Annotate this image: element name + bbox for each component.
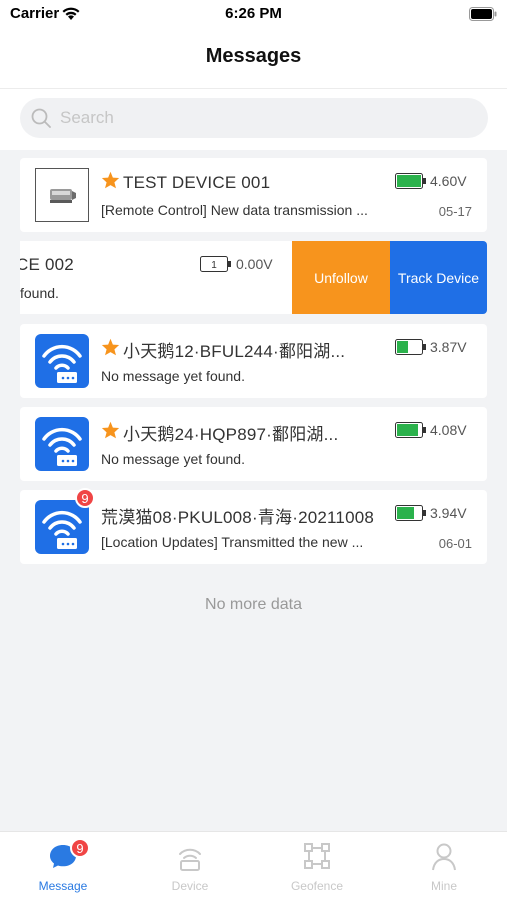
search-bar[interactable] [20, 98, 488, 138]
message-date: 05-17 [438, 204, 472, 219]
header: Carrier 6:26 PM Messages [0, 0, 507, 150]
battery-voltage: 4.08V [430, 422, 467, 438]
tab-label: Mine [430, 879, 457, 893]
battery-voltage: 3.94V [430, 505, 467, 521]
status-bar: Carrier 6:26 PM [0, 0, 507, 30]
tab-label: Device [171, 879, 209, 893]
device-title: CE 002 [20, 255, 74, 274]
tracker-icon [35, 417, 89, 471]
message-preview: found. [20, 285, 59, 301]
message-preview: [Remote Control] New data transmission .… [101, 202, 368, 218]
device-title: 荒漠猫08·PKUL008·青海·20211008 [101, 508, 375, 527]
battery-icon [395, 505, 427, 526]
tracker-icon [35, 334, 89, 388]
swiped-card-content[interactable]: CE 002 1 0.00V found. [20, 241, 292, 314]
message-preview: No message yet found. [101, 451, 245, 467]
unread-badge: 9 [75, 488, 95, 508]
battery-icon [395, 339, 427, 360]
battery-status-icon [469, 7, 497, 26]
no-more-data-label: No more data [205, 596, 302, 613]
tab-label: Geofence [290, 879, 344, 893]
user-icon [431, 842, 457, 877]
star-icon[interactable] [101, 171, 120, 194]
message-date: 06-01 [438, 536, 472, 551]
geofence-icon [303, 842, 331, 875]
battery-voltage: 3.87V [430, 339, 467, 355]
device-icon [176, 842, 204, 877]
message-item-swiped[interactable]: CE 002 1 0.00V found. Unfollow Track Dev… [20, 241, 487, 314]
message-item-4[interactable]: 小天鹅24·HQP897·鄱阳湖... 4.08V No message yet… [20, 407, 487, 481]
device-photo [35, 168, 89, 222]
battery-icon [395, 422, 427, 443]
battery-voltage: 4.60V [430, 173, 467, 189]
svg-text:1: 1 [211, 260, 217, 271]
tracker-icon [35, 500, 89, 554]
message-item-3[interactable]: 小天鹅12·BFUL244·鄱阳湖... 3.87V No message ye… [20, 324, 487, 398]
tab-mine[interactable]: Mine [381, 832, 507, 900]
tab-message-badge: 9 [70, 838, 90, 858]
device-title: 小天鹅12·BFUL244·鄱阳湖... [123, 342, 346, 361]
page-title: Messages [205, 45, 302, 67]
message-preview: No message yet found. [101, 368, 245, 384]
battery-icon [395, 173, 427, 194]
tab-bar: 9 Message Device Geofence Mine [0, 831, 507, 900]
star-icon[interactable] [101, 421, 120, 444]
unfollow-button[interactable]: Unfollow [292, 241, 390, 314]
message-preview: [Location Updates] Transmitted the new .… [101, 534, 364, 550]
search-input[interactable] [60, 98, 470, 138]
battery-voltage: 0.00V [236, 256, 273, 272]
device-title: 小天鹅24·HQP897·鄱阳湖... [123, 425, 339, 444]
tab-message[interactable]: 9 Message [0, 832, 126, 900]
message-item-5[interactable]: 9 荒漠猫08·PKUL008·青海·20211008 3.94V [Locat… [20, 488, 487, 564]
search-icon [30, 107, 52, 134]
tab-device[interactable]: Device [127, 832, 253, 900]
header-divider [0, 88, 507, 89]
battery-icon: 1 [200, 256, 232, 277]
message-item-test-device-001[interactable]: TEST DEVICE 001 4.60V [Remote Control] N… [20, 158, 487, 232]
star-icon[interactable] [101, 338, 120, 361]
tab-label: Message [38, 879, 88, 893]
track-device-button[interactable]: Track Device [390, 241, 487, 314]
device-title: TEST DEVICE 001 [123, 172, 271, 192]
status-time: 6:26 PM [225, 5, 282, 22]
tab-geofence[interactable]: Geofence [254, 832, 380, 900]
